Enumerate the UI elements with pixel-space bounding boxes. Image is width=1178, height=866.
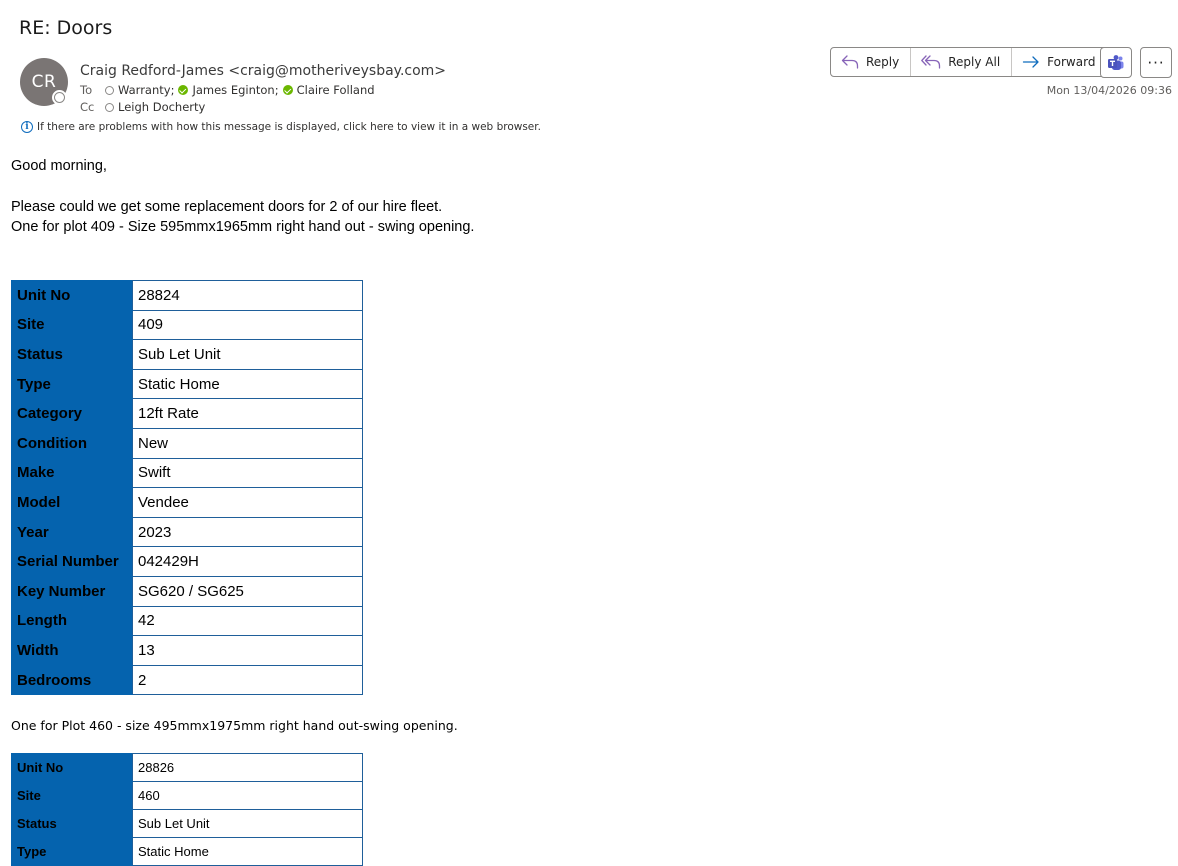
table-row: Type Static Home (11, 837, 363, 866)
forward-button[interactable]: Forward (1011, 48, 1106, 76)
field-value: New (132, 427, 363, 459)
table-row: Status Sub Let Unit (11, 809, 363, 838)
field-value: Static Home (132, 368, 363, 400)
field-value: Static Home (132, 837, 363, 866)
reply-all-icon (921, 55, 941, 69)
field-value: Sub Let Unit (132, 809, 363, 838)
forward-icon (1023, 56, 1039, 68)
more-icon: ··· (1147, 53, 1165, 72)
field-label: Category (11, 398, 133, 429)
more-actions-button[interactable]: ··· (1140, 47, 1172, 78)
field-label: Width (11, 635, 133, 666)
field-label: Unit No (11, 280, 133, 311)
presence-offline-icon (105, 102, 114, 112)
teams-icon (1108, 54, 1124, 70)
cc-line: Cc Leigh Docherty (80, 100, 205, 114)
table-row: Bedrooms 2 (11, 664, 363, 696)
field-label: Unit No (11, 753, 133, 782)
field-label: Type (11, 837, 133, 866)
field-label: Length (11, 605, 133, 637)
field-value: 28824 (132, 280, 363, 311)
table-row: Condition New (11, 427, 363, 459)
table-row: Type Static Home (11, 368, 363, 400)
recipient-warranty[interactable]: Warranty; (118, 83, 174, 97)
unit-table-plot-460: Unit No 28826 Site 460 Status Sub Let Unit Typ… (11, 753, 363, 866)
info-message[interactable]: If there are problems with how this mess… (37, 121, 541, 133)
presence-status-icon (54, 92, 65, 103)
field-label: Year (11, 516, 133, 548)
field-value: 2 (132, 664, 363, 696)
field-label: Site (11, 781, 133, 810)
field-value: Vendee (132, 487, 363, 518)
reply-label: Reply (866, 55, 900, 69)
teams-button[interactable] (1100, 47, 1132, 78)
recipient-leigh-docherty[interactable]: Leigh Docherty (118, 100, 205, 114)
field-label: Make (11, 457, 133, 489)
table-row: Unit No 28824 (11, 280, 363, 311)
sender-name[interactable]: Craig Redford-James <craig@motheriveysba… (80, 63, 446, 79)
info-icon: i (21, 121, 33, 133)
table-row: Year 2023 (11, 516, 363, 548)
field-label: Type (11, 368, 133, 400)
field-value: 409 (132, 309, 363, 341)
presence-available-icon (282, 85, 293, 95)
field-value: 2023 (132, 516, 363, 548)
presence-offline-icon (105, 85, 114, 95)
table-row: Length 42 (11, 605, 363, 637)
table-row: Category 12ft Rate (11, 398, 363, 429)
reply-all-label: Reply All (948, 55, 1001, 69)
email-subject: RE: Doors (19, 17, 113, 39)
field-label: Serial Number (11, 546, 133, 577)
body-line-1: Please could we get some replacement doo… (11, 199, 443, 215)
body-line-2: One for plot 409 - Size 595mmx1965mm rig… (11, 219, 475, 235)
field-label: Condition (11, 427, 133, 459)
field-value: 13 (132, 635, 363, 666)
field-label: Status (11, 339, 133, 370)
body-line-3: One for Plot 460 - size 495mmx1975mm rig… (11, 718, 458, 733)
display-info-bar[interactable]: i If there are problems with how this me… (21, 121, 541, 133)
unit-table-plot-409: Unit No 28824 Site 409 Status Sub Let Unit Typ… (11, 280, 363, 696)
presence-available-icon (178, 85, 189, 95)
field-label: Key Number (11, 575, 133, 607)
table-row: Status Sub Let Unit (11, 339, 363, 370)
table-row: Site 409 (11, 309, 363, 341)
forward-label: Forward (1047, 55, 1096, 69)
field-label: Bedrooms (11, 664, 133, 696)
to-label: To (80, 83, 93, 97)
message-date: Mon 13/04/2026 09:36 (1046, 84, 1172, 97)
field-label: Site (11, 309, 133, 341)
recipient-james-eginton[interactable]: James Eginton; (192, 83, 278, 97)
table-row: Serial Number 042429H (11, 546, 363, 577)
table-row: Unit No 28826 (11, 753, 363, 782)
field-value: 042429H (132, 546, 363, 577)
field-value: 12ft Rate (132, 398, 363, 429)
table-row: Width 13 (11, 635, 363, 666)
table-row: Site 460 (11, 781, 363, 810)
to-line: To Warranty; James Eginton; Claire Folla… (80, 83, 375, 97)
field-value: Sub Let Unit (132, 339, 363, 370)
recipient-claire-folland[interactable]: Claire Folland (297, 83, 375, 97)
field-label: Model (11, 487, 133, 518)
table-row: Model Vendee (11, 487, 363, 518)
greeting-text: Good morning, (11, 158, 107, 174)
cc-label: Cc (80, 100, 95, 114)
field-value: Swift (132, 457, 363, 489)
avatar-initials: CR (31, 72, 57, 92)
reply-button[interactable]: Reply (831, 48, 910, 76)
field-value: 460 (132, 781, 363, 810)
field-value: SG620 / SG625 (132, 575, 363, 607)
message-actions: Reply Reply All Forward (830, 47, 1108, 77)
table-row: Make Swift (11, 457, 363, 489)
reply-all-button[interactable]: Reply All (910, 48, 1011, 76)
table-row: Key Number SG620 / SG625 (11, 575, 363, 607)
reply-icon (841, 55, 859, 69)
field-value: 42 (132, 605, 363, 637)
field-label: Status (11, 809, 133, 838)
field-value: 28826 (132, 753, 363, 782)
